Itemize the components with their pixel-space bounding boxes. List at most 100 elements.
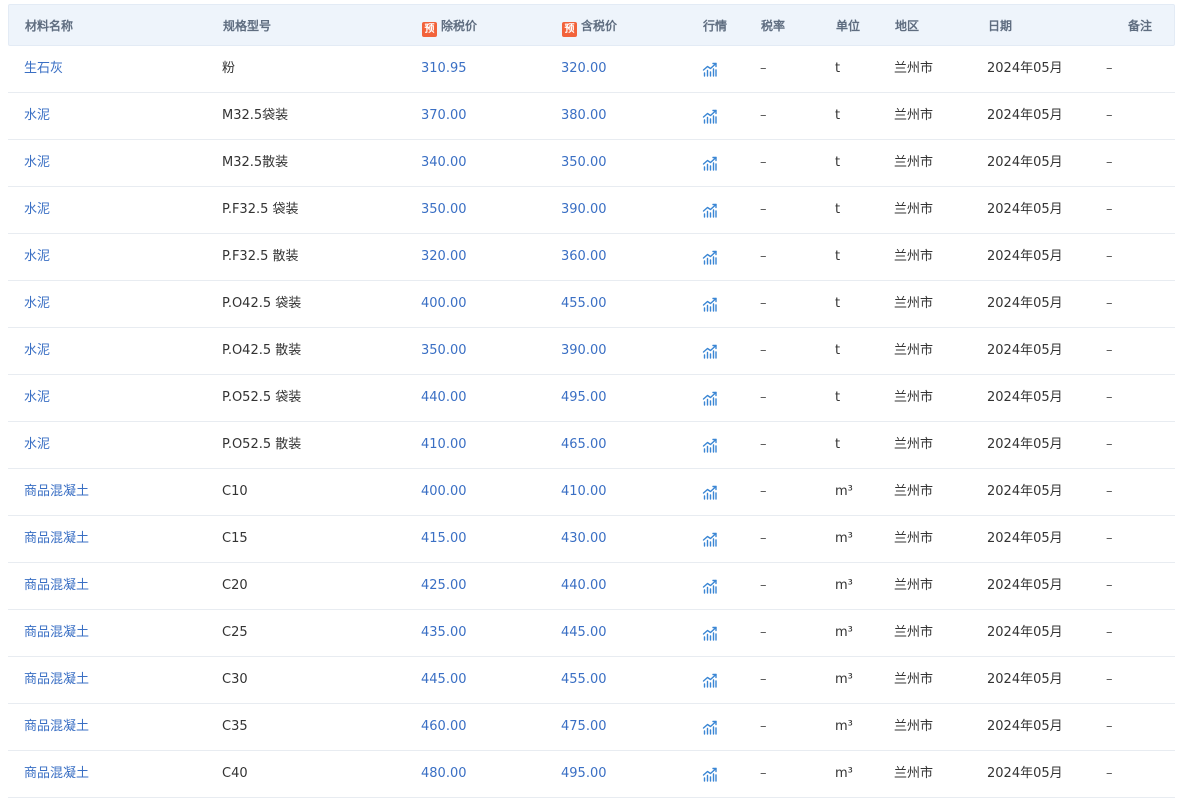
trend-chart-icon[interactable] (702, 281, 718, 327)
material-name-link[interactable]: 商品混凝土 (24, 657, 89, 703)
trend-chart-icon[interactable] (702, 563, 718, 609)
price-in-tax-cell[interactable]: 495.00 (561, 751, 607, 797)
price-in-tax-cell[interactable]: 390.00 (561, 328, 607, 374)
unit-cell: t (835, 296, 841, 311)
trend-chart-icon[interactable] (702, 516, 718, 562)
tax-rate-cell: – (760, 437, 767, 452)
table-row: 水泥 M32.5散装 340.00 350.00 – t 兰州市 2024年05月 – (8, 140, 1175, 187)
price-in-tax-cell[interactable]: 495.00 (561, 375, 607, 421)
date-cell: 2024年05月 (987, 249, 1063, 264)
trend-chart-icon[interactable] (702, 469, 718, 515)
price-ex-tax-cell[interactable]: 350.00 (421, 328, 467, 374)
material-name-link[interactable]: 商品混凝土 (24, 751, 89, 797)
table-row: 水泥 P.O42.5 散装 350.00 390.00 – t 兰州市 2024年05月 – (8, 328, 1175, 375)
material-name-link[interactable]: 商品混凝土 (24, 610, 89, 656)
material-name-link[interactable]: 水泥 (24, 375, 50, 421)
header-note: 备注 (1128, 19, 1153, 33)
price-ex-tax-cell[interactable]: 415.00 (421, 516, 467, 562)
price-ex-tax-cell[interactable]: 340.00 (421, 140, 467, 186)
tax-rate-cell: – (760, 719, 767, 734)
price-in-tax-cell[interactable]: 455.00 (561, 657, 607, 703)
material-name-link[interactable]: 水泥 (24, 187, 50, 233)
table-row: 商品混凝土 C20 425.00 440.00 – m³ 兰州市 2024年05月 – (8, 563, 1175, 610)
material-name-link[interactable]: 水泥 (24, 422, 50, 468)
price-table: 材料名称 规格型号 预除税价 预含税价 行情 税率 单位 地区 日期 备注 生石… (8, 4, 1175, 798)
trend-chart-icon[interactable] (702, 375, 718, 421)
trend-chart-icon[interactable] (702, 704, 718, 750)
note-cell: – (1106, 719, 1113, 734)
price-in-tax-cell[interactable]: 390.00 (561, 187, 607, 233)
trend-chart-icon[interactable] (702, 328, 718, 374)
tax-rate-cell: – (760, 531, 767, 546)
price-in-tax-cell[interactable]: 320.00 (561, 46, 607, 92)
price-ex-tax-cell[interactable]: 320.00 (421, 234, 467, 280)
material-name-link[interactable]: 商品混凝土 (24, 469, 89, 515)
trend-chart-icon[interactable] (702, 657, 718, 703)
price-ex-tax-cell[interactable]: 445.00 (421, 657, 467, 703)
price-ex-tax-cell[interactable]: 400.00 (421, 469, 467, 515)
trend-chart-icon[interactable] (702, 187, 718, 233)
price-in-tax-cell[interactable]: 455.00 (561, 281, 607, 327)
trend-chart-icon[interactable] (702, 140, 718, 186)
price-in-tax-cell[interactable]: 350.00 (561, 140, 607, 186)
price-in-tax-cell[interactable]: 360.00 (561, 234, 607, 280)
material-name-link[interactable]: 商品混凝土 (24, 516, 89, 562)
note-cell: – (1106, 296, 1113, 311)
material-name-link[interactable]: 水泥 (24, 234, 50, 280)
note-cell: – (1106, 343, 1113, 358)
price-ex-tax-cell[interactable]: 440.00 (421, 375, 467, 421)
material-name-link[interactable]: 商品混凝土 (24, 563, 89, 609)
date-cell: 2024年05月 (987, 343, 1063, 358)
price-in-tax-cell[interactable]: 440.00 (561, 563, 607, 609)
trend-chart-icon[interactable] (702, 610, 718, 656)
price-ex-tax-cell[interactable]: 400.00 (421, 281, 467, 327)
header-price-ex-tax-label: 除税价 (441, 19, 478, 33)
tax-rate-cell: – (760, 343, 767, 358)
date-cell: 2024年05月 (987, 672, 1063, 687)
trend-chart-icon[interactable] (702, 422, 718, 468)
material-name-link[interactable]: 水泥 (24, 93, 50, 139)
date-cell: 2024年05月 (987, 296, 1063, 311)
note-cell: – (1106, 108, 1113, 123)
region-cell: 兰州市 (894, 390, 934, 405)
trend-chart-icon[interactable] (702, 46, 718, 92)
material-name-link[interactable]: 生石灰 (24, 46, 63, 92)
table-row: 商品混凝土 C25 435.00 445.00 – m³ 兰州市 2024年05月 – (8, 610, 1175, 657)
price-ex-tax-cell[interactable]: 350.00 (421, 187, 467, 233)
tax-rate-cell: – (760, 108, 767, 123)
material-name-link[interactable]: 水泥 (24, 281, 50, 327)
price-in-tax-cell[interactable]: 445.00 (561, 610, 607, 656)
tax-rate-cell: – (760, 672, 767, 687)
trend-chart-icon[interactable] (702, 234, 718, 280)
price-in-tax-cell[interactable]: 475.00 (561, 704, 607, 750)
header-price-in-tax-label: 含税价 (581, 19, 618, 33)
price-in-tax-cell[interactable]: 430.00 (561, 516, 607, 562)
unit-cell: m³ (835, 578, 853, 593)
unit-cell: t (835, 437, 841, 452)
table-row: 商品混凝土 C40 480.00 495.00 – m³ 兰州市 2024年05月 – (8, 751, 1175, 798)
price-ex-tax-cell[interactable]: 480.00 (421, 751, 467, 797)
header-unit: 单位 (836, 19, 861, 33)
presale-badge: 预 (562, 22, 577, 37)
price-ex-tax-cell[interactable]: 425.00 (421, 563, 467, 609)
region-cell: 兰州市 (894, 625, 934, 640)
price-ex-tax-cell[interactable]: 410.00 (421, 422, 467, 468)
region-cell: 兰州市 (894, 437, 934, 452)
region-cell: 兰州市 (894, 343, 934, 358)
price-ex-tax-cell[interactable]: 460.00 (421, 704, 467, 750)
price-in-tax-cell[interactable]: 380.00 (561, 93, 607, 139)
price-ex-tax-cell[interactable]: 370.00 (421, 93, 467, 139)
material-name-link[interactable]: 商品混凝土 (24, 704, 89, 750)
trend-chart-icon[interactable] (702, 751, 718, 797)
region-cell: 兰州市 (894, 296, 934, 311)
note-cell: – (1106, 672, 1113, 687)
table-body: 生石灰 粉 310.95 320.00 – t 兰州市 2024年05月 – 水泥 M32.5袋装 3… (8, 46, 1175, 798)
material-name-link[interactable]: 水泥 (24, 140, 50, 186)
material-name-link[interactable]: 水泥 (24, 328, 50, 374)
header-date: 日期 (988, 19, 1013, 33)
price-ex-tax-cell[interactable]: 435.00 (421, 610, 467, 656)
trend-chart-icon[interactable] (702, 93, 718, 139)
price-in-tax-cell[interactable]: 465.00 (561, 422, 607, 468)
price-in-tax-cell[interactable]: 410.00 (561, 469, 607, 515)
price-ex-tax-cell[interactable]: 310.95 (421, 46, 467, 92)
